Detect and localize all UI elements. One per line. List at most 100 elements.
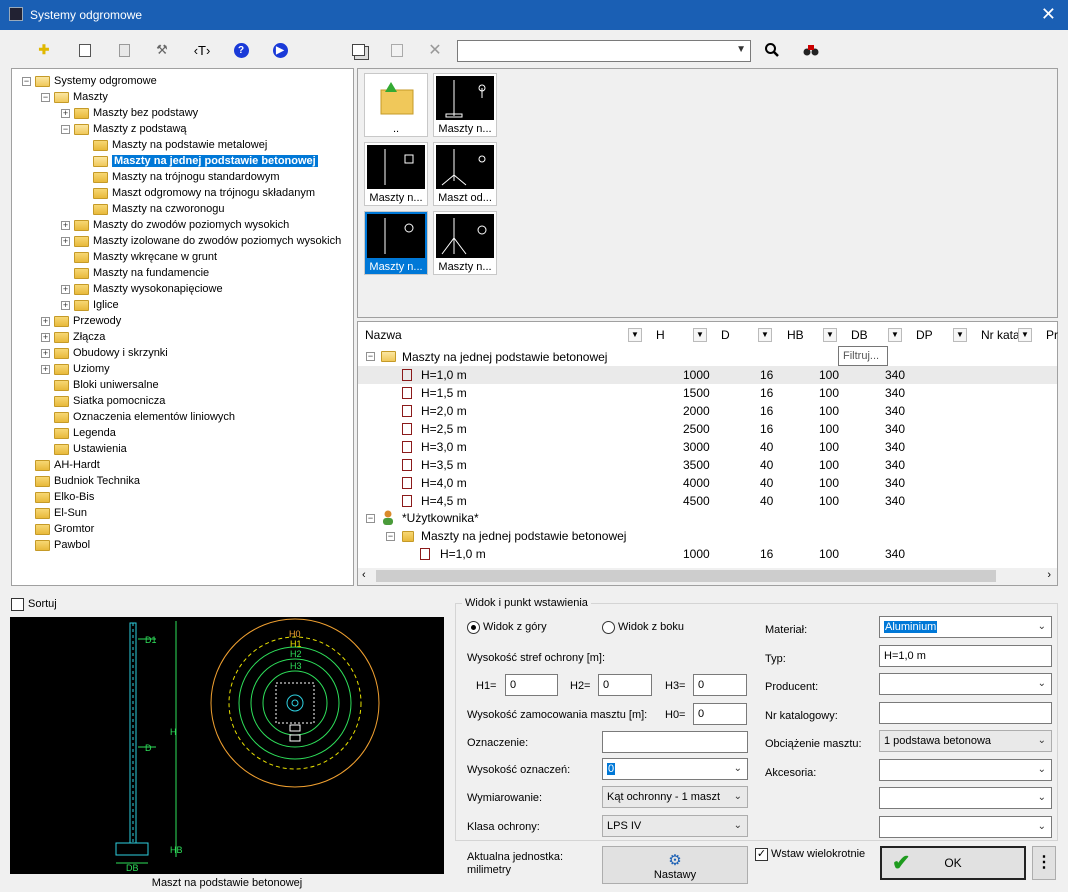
filter-dropdown-icon[interactable]: ▼ xyxy=(1018,328,1032,342)
tree-item[interactable]: Złącza xyxy=(73,329,105,345)
radio-side-view[interactable] xyxy=(602,621,615,634)
tree-item[interactable]: Maszty wkręcane w grunt xyxy=(93,249,217,265)
scroll-left-icon[interactable]: ‹ xyxy=(362,569,366,581)
tree-item[interactable]: Maszty na jednej podstawie betonowej xyxy=(112,153,318,169)
extra-combobox-1[interactable]: ⌄ xyxy=(879,787,1052,809)
wymiar-select[interactable]: Kąt ochronny - 1 maszt ⌄ xyxy=(602,786,748,808)
expand-toggle[interactable]: + xyxy=(61,301,70,310)
binoculars-icon[interactable] xyxy=(800,40,822,60)
wys-ozn-combobox[interactable]: 0 ⌄ xyxy=(602,758,748,780)
delete-icon[interactable]: ✕ xyxy=(424,40,446,60)
extra-combobox-2[interactable]: ⌄ xyxy=(879,816,1052,838)
oznaczenie-input[interactable] xyxy=(602,731,748,753)
more-options-button[interactable]: ⋮ xyxy=(1032,846,1056,880)
copy-icon[interactable] xyxy=(347,40,369,60)
col-header-nazwa[interactable]: Nazwa ▼ xyxy=(365,324,642,346)
sort-checkbox[interactable] xyxy=(11,598,24,611)
tree-item[interactable]: Oznaczenia elementów liniowych xyxy=(73,409,235,425)
thumb-item-selected[interactable]: Maszty n... xyxy=(364,211,428,275)
tree-item[interactable]: AH-Hardt xyxy=(54,457,100,473)
filter-dropdown-icon[interactable]: ▼ xyxy=(888,328,902,342)
scrollbar-thumb[interactable] xyxy=(376,570,996,582)
tree-item[interactable]: Siatka pomocnicza xyxy=(73,393,165,409)
h3-input[interactable]: 0 xyxy=(693,674,747,696)
tree-item[interactable]: Pawbol xyxy=(54,537,90,553)
tree-item[interactable]: Maszty na trójnogu standardowym xyxy=(112,169,280,185)
tree-item[interactable]: Maszt odgromowy na trójnogu składanym xyxy=(112,185,315,201)
akcesoria-combobox[interactable]: ⌄ xyxy=(879,759,1052,781)
thumb-item[interactable]: Maszty n... xyxy=(433,211,497,275)
tree-item[interactable]: Maszty wysokonapięciowe xyxy=(93,281,223,297)
grid-row-name[interactable]: H=4,5 m xyxy=(421,492,467,510)
expand-toggle[interactable]: + xyxy=(61,285,70,294)
grid-row-name[interactable]: H=1,0 m xyxy=(421,366,467,384)
paste-icon[interactable] xyxy=(386,40,408,60)
tree-item[interactable]: Maszty na fundamencie xyxy=(93,265,209,281)
tree-item[interactable]: El-Sun xyxy=(54,505,87,521)
tree-item[interactable]: Uziomy xyxy=(73,361,110,377)
filter-dropdown-icon[interactable]: ▼ xyxy=(823,328,837,342)
expand-toggle[interactable]: + xyxy=(61,237,70,246)
tree-item[interactable]: Bloki uniwersalne xyxy=(73,377,159,393)
nr-kat-input[interactable] xyxy=(879,702,1052,724)
thumb-item[interactable]: Maszt od... xyxy=(433,142,497,206)
klasa-select[interactable]: LPS IV ⌄ xyxy=(602,815,748,837)
nastawy-button[interactable]: ⚙ Nastawy xyxy=(602,846,748,884)
tree-item[interactable]: Przewody xyxy=(73,313,121,329)
tree-item[interactable]: Obudowy i skrzynki xyxy=(73,345,168,361)
filter-dropdown-icon[interactable]: ▼ xyxy=(628,328,642,342)
collapse-toggle[interactable]: − xyxy=(386,532,395,541)
tree-item[interactable]: Maszty z podstawą xyxy=(93,121,187,137)
col-header-hb[interactable]: HB ▼ xyxy=(787,324,837,346)
grid-row-name[interactable]: H=1,0 m xyxy=(440,545,486,563)
tree-item[interactable]: Maszty bez podstawy xyxy=(93,105,198,121)
tree-item[interactable]: Systemy odgromowe xyxy=(54,73,157,89)
tree-item[interactable]: Maszty izolowane do zwodów poziomych wys… xyxy=(93,233,341,249)
tree-item[interactable]: Maszty na podstawie metalowej xyxy=(112,137,267,153)
filter-dropdown-icon[interactable]: ▼ xyxy=(693,328,707,342)
filter-dropdown-icon[interactable]: ▼ xyxy=(953,328,967,342)
grid-row-name[interactable]: H=3,0 m xyxy=(421,438,467,456)
help-icon[interactable]: ? xyxy=(230,40,252,60)
ok-button[interactable]: ✔ OK xyxy=(880,846,1026,880)
col-header-dp[interactable]: DP ▼ xyxy=(916,324,967,346)
tree-item[interactable]: Gromtor xyxy=(54,521,94,537)
tree-item[interactable]: Maszty xyxy=(73,89,108,105)
expand-toggle[interactable]: + xyxy=(41,349,50,358)
producent-combobox[interactable]: ⌄ xyxy=(879,673,1052,695)
thumb-item[interactable]: Maszty n... xyxy=(433,73,497,137)
obc-select[interactable]: 1 podstawa betonowa ⌄ xyxy=(879,730,1052,752)
tree-item[interactable]: Maszty do zwodów poziomych wysokich xyxy=(93,217,289,233)
expand-toggle[interactable]: + xyxy=(41,333,50,342)
tree-item[interactable]: Legenda xyxy=(73,425,116,441)
grid-row-name[interactable]: H=4,0 m xyxy=(421,474,467,492)
collapse-toggle[interactable]: − xyxy=(22,77,31,86)
text-tag-icon[interactable]: ‹T› xyxy=(191,40,213,60)
list-icon[interactable] xyxy=(113,40,135,60)
grid-row-name[interactable]: H=3,5 m xyxy=(421,456,467,474)
tree-item[interactable]: Elko-Bis xyxy=(54,489,94,505)
grid-row-name[interactable]: H=1,5 m xyxy=(421,384,467,402)
horizontal-scrollbar[interactable]: ‹ › xyxy=(358,568,1057,585)
collapse-toggle[interactable]: − xyxy=(366,352,375,361)
tree-item[interactable]: Iglice xyxy=(93,297,119,313)
scroll-right-icon[interactable]: › xyxy=(1047,569,1051,581)
col-header-d[interactable]: D ▼ xyxy=(721,324,772,346)
h2-input[interactable]: 0 xyxy=(598,674,652,696)
expand-toggle[interactable]: + xyxy=(61,221,70,230)
h0-input[interactable]: 0 xyxy=(693,703,747,725)
expand-toggle[interactable]: + xyxy=(61,109,70,118)
expand-toggle[interactable]: + xyxy=(41,317,50,326)
tools-icon[interactable]: ⚒ xyxy=(151,40,173,60)
collapse-toggle[interactable]: − xyxy=(41,93,50,102)
thumb-item[interactable]: Maszty n... xyxy=(364,142,428,206)
grid-row-name[interactable]: H=2,5 m xyxy=(421,420,467,438)
col-header-pr[interactable]: Pr xyxy=(1046,324,1058,346)
grid-row-name[interactable]: H=2,0 m xyxy=(421,402,467,420)
collapse-toggle[interactable]: − xyxy=(61,125,70,134)
close-icon[interactable]: ✕ xyxy=(1041,4,1056,25)
tree-item[interactable]: Budniok Technika xyxy=(54,473,140,489)
search-combobox[interactable]: ▼ xyxy=(457,40,751,62)
col-header-h[interactable]: H ▼ xyxy=(656,324,707,346)
col-header-nr-kat[interactable]: Nr kata ▼ xyxy=(981,324,1032,346)
